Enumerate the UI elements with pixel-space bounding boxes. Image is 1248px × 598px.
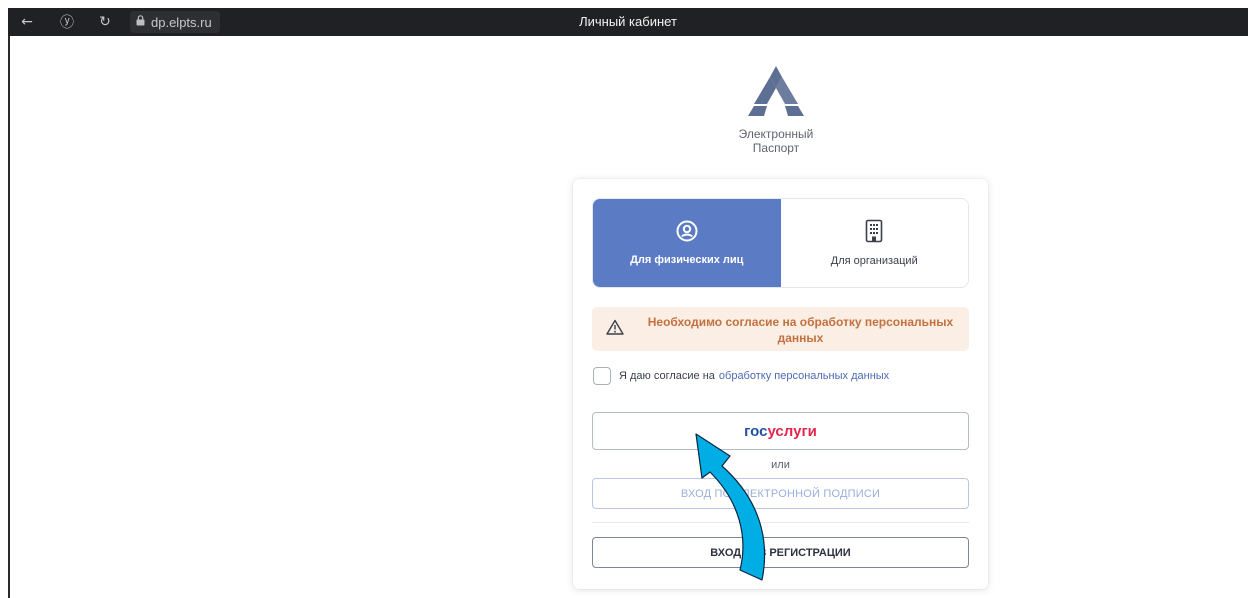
tab-individuals[interactable]: Для физических лиц <box>593 199 781 287</box>
tab-organizations-label: Для организаций <box>830 255 918 267</box>
divider <box>592 522 969 523</box>
person-icon <box>676 220 698 242</box>
tab-organizations[interactable]: Для организаций <box>780 199 968 287</box>
login-card: Для физических лиц Для организаций Необх… <box>573 179 988 589</box>
consent-text: Я даю согласие на <box>619 370 715 382</box>
yandex-icon[interactable]: ⓨ <box>56 8 78 36</box>
logo-text-line2: Паспорт <box>752 141 800 155</box>
gosuslugi-logo-part1: гос <box>744 422 768 440</box>
address-bar[interactable]: dp.elpts.ru <box>130 11 220 33</box>
or-separator: или <box>771 459 790 471</box>
tab-individuals-label: Для физических лиц <box>630 254 744 266</box>
consent-warning: Необходимо согласие на обработку персона… <box>592 307 969 351</box>
warning-text: Необходимо согласие на обработку персона… <box>647 315 954 345</box>
logo: Электронный Паспорт <box>726 64 826 155</box>
consent-row: Я даю согласие на обработку персональных… <box>593 366 889 386</box>
url-text: dp.elpts.ru <box>151 14 212 30</box>
consent-checkbox[interactable] <box>593 367 611 385</box>
screen: ← ⓨ ↻ dp.elpts.ru Личный кабинет Электро… <box>0 0 1248 598</box>
browser-toolbar: ← ⓨ ↻ dp.elpts.ru Личный кабинет <box>8 8 1248 36</box>
gosuslugi-login-button[interactable]: гос услуги <box>592 412 969 450</box>
login-without-registration-button[interactable]: ВХОД БЕЗ РЕГИСТРАЦИИ <box>592 537 969 568</box>
logo-icon <box>748 66 804 116</box>
gosuslugi-logo-part2: услуги <box>767 422 817 440</box>
account-type-tabs: Для физических лиц Для организаций <box>592 198 969 288</box>
building-icon <box>865 219 883 243</box>
consent-link[interactable]: обработку персональных данных <box>719 370 889 382</box>
logo-text-line1: Электронный <box>738 127 814 141</box>
back-icon[interactable]: ← <box>16 8 38 36</box>
lock-icon <box>136 15 145 29</box>
e-signature-login-button[interactable]: ВХОД ПО ЭЛЕКТРОННОЙ ПОДПИСИ <box>592 478 969 509</box>
warning-icon <box>606 319 624 335</box>
reload-icon[interactable]: ↻ <box>94 8 116 36</box>
